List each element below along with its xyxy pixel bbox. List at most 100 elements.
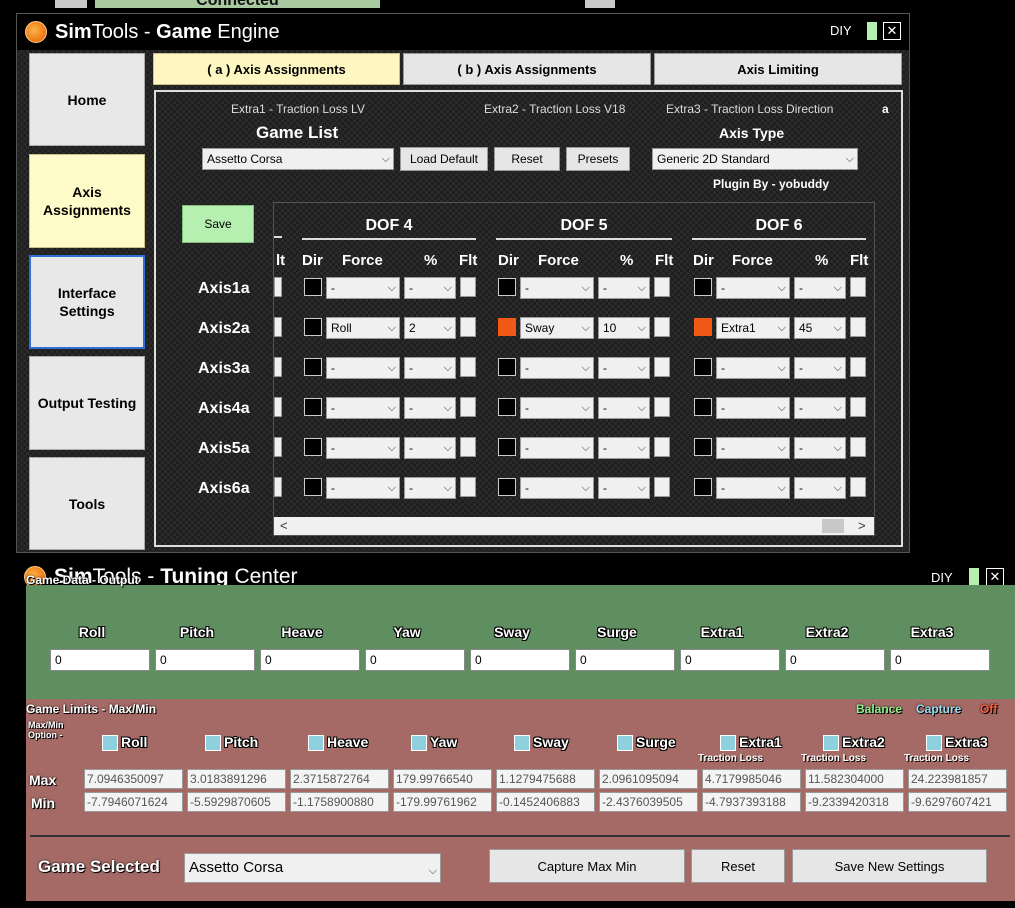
dof6-row3-force-select[interactable]: - ⌵ — [716, 357, 790, 379]
tab-axis-assignments-b[interactable]: ( b ) Axis Assignments — [403, 53, 651, 85]
dof6-row1-filter-button[interactable] — [850, 277, 866, 297]
dof6-row5-percent-select[interactable]: - ⌵ — [794, 437, 846, 459]
axis-type-select[interactable]: Generic 2D Standard ⌵ — [652, 148, 858, 170]
dof6-row2-dir-checkbox[interactable] — [694, 318, 712, 336]
dof5-row5-dir-checkbox[interactable] — [498, 438, 516, 456]
dof6-row1-dir-checkbox[interactable] — [694, 278, 712, 296]
sidebar-interface-settings[interactable]: Interface Settings — [29, 255, 145, 349]
dof4-row2-filter-button[interactable] — [460, 317, 476, 337]
dof5-row3-force-select[interactable]: - ⌵ — [520, 357, 594, 379]
dof5-row3-dir-checkbox[interactable] — [498, 358, 516, 376]
dof5-row6-percent-select[interactable]: - ⌵ — [598, 477, 650, 499]
tab-axis-limiting[interactable]: Axis Limiting — [654, 53, 902, 85]
dof4-row3-filter-button[interactable] — [460, 357, 476, 377]
dof4-row6-force-select[interactable]: - ⌵ — [326, 477, 400, 499]
dof4-row3-force-select[interactable]: - ⌵ — [326, 357, 400, 379]
dof5-row4-force-select[interactable]: - ⌵ — [520, 397, 594, 419]
row1-prev-filter[interactable] — [274, 277, 282, 297]
row2-prev-filter[interactable] — [274, 317, 282, 337]
dof5-row2-dir-checkbox[interactable] — [498, 318, 516, 336]
maxmin-option-checkbox-2[interactable] — [308, 735, 324, 751]
dof6-row4-filter-button[interactable] — [850, 397, 866, 417]
maxmin-option-checkbox-6[interactable] — [720, 735, 736, 751]
dof6-row5-dir-checkbox[interactable] — [694, 438, 712, 456]
save-button[interactable]: Save — [182, 205, 254, 243]
dof5-row3-percent-select[interactable]: - ⌵ — [598, 357, 650, 379]
dof6-row3-dir-checkbox[interactable] — [694, 358, 712, 376]
dof6-row5-filter-button[interactable] — [850, 437, 866, 457]
dof5-row1-force-select[interactable]: - ⌵ — [520, 277, 594, 299]
dof4-row4-percent-select[interactable]: - ⌵ — [404, 397, 456, 419]
row4-prev-filter[interactable] — [274, 397, 282, 417]
scroll-thumb[interactable] — [822, 519, 844, 533]
dof4-row2-percent-select[interactable]: 2 ⌵ — [404, 317, 456, 339]
dof-assignment-grid[interactable]: DOF 4 DOF 5 DOF 6 lt Dir Force % Flt Dir… — [273, 202, 875, 536]
dof6-row1-force-select[interactable]: - ⌵ — [716, 277, 790, 299]
dof4-row1-percent-select[interactable]: - ⌵ — [404, 277, 456, 299]
maxmin-option-checkbox-3[interactable] — [411, 735, 427, 751]
dof4-row4-force-select[interactable]: - ⌵ — [326, 397, 400, 419]
dof4-row6-dir-checkbox[interactable] — [304, 478, 322, 496]
dof6-row6-filter-button[interactable] — [850, 477, 866, 497]
dof5-row1-percent-select[interactable]: - ⌵ — [598, 277, 650, 299]
presets-button[interactable]: Presets — [566, 147, 630, 171]
tuning-reset-button[interactable]: Reset — [691, 849, 785, 883]
capture-max-min-button[interactable]: Capture Max Min — [489, 849, 685, 883]
dof4-row5-force-select[interactable]: - ⌵ — [326, 437, 400, 459]
load-default-button[interactable]: Load Default — [400, 147, 488, 171]
game-list-select[interactable]: Assetto Corsa ⌵ — [202, 148, 394, 170]
dof4-row2-force-select[interactable]: Roll ⌵ — [326, 317, 400, 339]
sidebar-tools[interactable]: Tools — [29, 457, 145, 550]
dof5-row6-filter-button[interactable] — [654, 477, 670, 497]
row6-prev-filter[interactable] — [274, 477, 282, 497]
row5-prev-filter[interactable] — [274, 437, 282, 457]
top-strip-button-left[interactable] — [55, 0, 87, 8]
dof5-row3-filter-button[interactable] — [654, 357, 670, 377]
capture-label[interactable]: Capture — [916, 702, 961, 716]
dof5-row1-filter-button[interactable] — [654, 277, 670, 297]
dof5-row2-percent-select[interactable]: 10 ⌵ — [598, 317, 650, 339]
dof4-row4-filter-button[interactable] — [460, 397, 476, 417]
scroll-left-icon[interactable]: < — [280, 518, 288, 533]
maxmin-option-checkbox-0[interactable] — [102, 735, 118, 751]
dof4-row6-filter-button[interactable] — [460, 477, 476, 497]
dof4-row4-dir-checkbox[interactable] — [304, 398, 322, 416]
dof6-row6-force-select[interactable]: - ⌵ — [716, 477, 790, 499]
scroll-right-icon[interactable]: > — [858, 518, 866, 533]
dof6-row6-dir-checkbox[interactable] — [694, 478, 712, 496]
dof4-row1-force-select[interactable]: - ⌵ — [326, 277, 400, 299]
dof6-row2-percent-select[interactable]: 45 ⌵ — [794, 317, 846, 339]
top-strip-button-right[interactable] — [585, 0, 615, 8]
dof6-row2-filter-button[interactable] — [850, 317, 866, 337]
dof5-row4-percent-select[interactable]: - ⌵ — [598, 397, 650, 419]
dof6-row2-force-select[interactable]: Extra1 ⌵ — [716, 317, 790, 339]
dof4-row1-dir-checkbox[interactable] — [304, 278, 322, 296]
balance-label[interactable]: Balance — [856, 702, 902, 716]
dof6-row3-percent-select[interactable]: - ⌵ — [794, 357, 846, 379]
dof4-row5-dir-checkbox[interactable] — [304, 438, 322, 456]
dof4-row5-percent-select[interactable]: - ⌵ — [404, 437, 456, 459]
dof4-row3-percent-select[interactable]: - ⌵ — [404, 357, 456, 379]
save-new-settings-button[interactable]: Save New Settings — [792, 849, 987, 883]
dof6-row3-filter-button[interactable] — [850, 357, 866, 377]
tab-axis-assignments-a[interactable]: ( a ) Axis Assignments — [153, 53, 400, 85]
dof4-row1-filter-button[interactable] — [460, 277, 476, 297]
dof4-row2-dir-checkbox[interactable] — [304, 318, 322, 336]
dof6-row4-dir-checkbox[interactable] — [694, 398, 712, 416]
dof6-row6-percent-select[interactable]: - ⌵ — [794, 477, 846, 499]
dof5-row4-dir-checkbox[interactable] — [498, 398, 516, 416]
maxmin-option-checkbox-5[interactable] — [617, 735, 633, 751]
close-icon[interactable]: ✕ — [883, 22, 901, 40]
dof5-row5-filter-button[interactable] — [654, 437, 670, 457]
dof6-row4-force-select[interactable]: - ⌵ — [716, 397, 790, 419]
dof5-row2-force-select[interactable]: Sway ⌵ — [520, 317, 594, 339]
sidebar-output-testing[interactable]: Output Testing — [29, 356, 145, 450]
dof6-row1-percent-select[interactable]: - ⌵ — [794, 277, 846, 299]
maxmin-option-checkbox-4[interactable] — [514, 735, 530, 751]
dof4-row3-dir-checkbox[interactable] — [304, 358, 322, 376]
horizontal-scrollbar[interactable]: < > — [274, 517, 874, 535]
dof6-row5-force-select[interactable]: - ⌵ — [716, 437, 790, 459]
row3-prev-filter[interactable] — [274, 357, 282, 377]
dof5-row6-force-select[interactable]: - ⌵ — [520, 477, 594, 499]
maxmin-option-checkbox-7[interactable] — [823, 735, 839, 751]
